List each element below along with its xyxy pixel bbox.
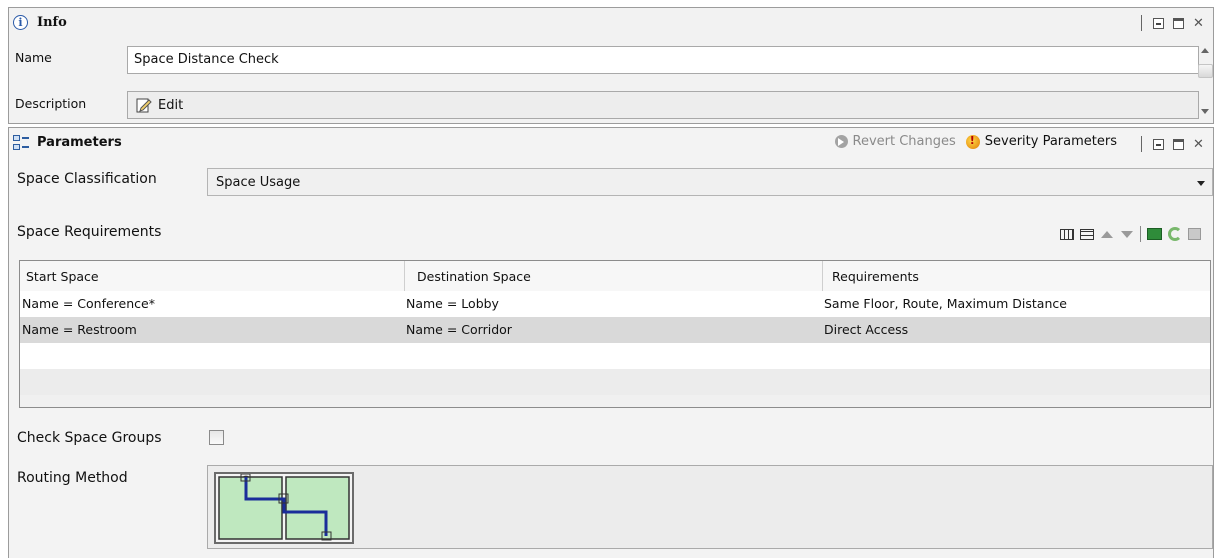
route-diagram-icon [218, 473, 350, 541]
check-space-groups-checkbox[interactable] [209, 430, 224, 445]
close-icon[interactable]: ✕ [1193, 17, 1205, 30]
severity-parameters-button[interactable]: Severity Parameters [965, 134, 1117, 149]
table-cell: Same Floor, Route, Maximum Distance [824, 296, 1067, 311]
info-panel: i Info ✕ Name Space Distance Check Descr… [8, 7, 1214, 124]
space-requirements-table: Start Space Destination Space Requiremen… [19, 260, 1211, 408]
info-title: Info [37, 15, 67, 30]
table-cell: Direct Access [824, 322, 909, 337]
description-field: Edit [127, 91, 1199, 119]
revert-icon [834, 135, 848, 148]
parameters-panel: Parameters Revert Changes Severity Param… [8, 127, 1214, 558]
move-up-icon[interactable] [1100, 230, 1114, 239]
column-header-start-space[interactable]: Start Space [26, 269, 99, 284]
description-label: Description [15, 96, 87, 111]
parameters-icon [13, 135, 29, 151]
scroll-up-icon[interactable] [1201, 48, 1209, 53]
edit-label: Edit [158, 97, 184, 113]
column-header-destination-space[interactable]: Destination Space [417, 269, 531, 284]
minimize-icon[interactable] [1153, 17, 1164, 29]
info-scrollbar[interactable] [1196, 44, 1213, 124]
column-divider[interactable] [822, 261, 823, 291]
table-header: Start Space Destination Space Requiremen… [20, 261, 1210, 292]
info-titlebar: i Info ✕ [9, 8, 1213, 38]
maximize-icon[interactable] [1173, 17, 1184, 29]
revert-changes-button[interactable]: Revert Changes [834, 134, 956, 149]
separator [1141, 15, 1142, 31]
space-requirements-label: Space Requirements [17, 224, 162, 240]
scroll-down-icon[interactable] [1201, 109, 1209, 114]
table-cell: Name = Conference* [22, 296, 155, 311]
table-cell: Name = Restroom [22, 322, 137, 337]
table-cell: Name = Corridor [406, 322, 512, 337]
add-row-icon[interactable] [1060, 228, 1074, 240]
move-down-icon[interactable] [1120, 230, 1134, 239]
maximize-icon[interactable] [1173, 138, 1184, 150]
table-row[interactable]: Name = Conference* Name = Lobby Same Flo… [20, 291, 1210, 317]
separator [1140, 226, 1141, 242]
refresh-icon[interactable] [1168, 227, 1182, 241]
excel-export-icon[interactable] [1147, 228, 1162, 240]
scroll-thumb[interactable] [1198, 64, 1213, 78]
parameters-title: Parameters [37, 135, 122, 150]
edit-icon [136, 98, 152, 113]
chevron-down-icon [1197, 181, 1205, 186]
separator [1141, 136, 1142, 152]
severity-label: Severity Parameters [984, 134, 1117, 149]
table-cell: Name = Lobby [406, 296, 499, 311]
delete-row-icon[interactable] [1080, 228, 1094, 240]
minimize-icon[interactable] [1153, 138, 1164, 150]
clear-icon[interactable] [1188, 228, 1201, 240]
requirements-toolbar [1060, 226, 1201, 242]
edit-button[interactable]: Edit [136, 97, 183, 113]
routing-method-label: Routing Method [17, 470, 128, 486]
space-classification-label: Space Classification [17, 171, 157, 187]
table-row[interactable]: Name = Restroom Name = Corridor Direct A… [20, 317, 1210, 343]
space-classification-dropdown[interactable]: Space Usage [207, 168, 1213, 196]
space-classification-value: Space Usage [216, 175, 301, 190]
column-header-requirements[interactable]: Requirements [832, 269, 919, 284]
parameters-window-controls: ✕ [1141, 136, 1205, 152]
check-space-groups-label: Check Space Groups [17, 430, 162, 446]
routing-method-dropdown[interactable] [207, 465, 1213, 549]
routing-method-preview [214, 472, 354, 544]
table-row-empty[interactable] [20, 369, 1210, 395]
revert-label: Revert Changes [852, 134, 956, 149]
parameters-titlebar: Parameters Revert Changes Severity Param… [9, 128, 1213, 158]
column-divider[interactable] [404, 261, 405, 291]
info-icon: i [13, 15, 28, 30]
close-icon[interactable]: ✕ [1193, 138, 1205, 151]
parameters-toolbar: Revert Changes Severity Parameters [834, 134, 1117, 149]
table-row-empty[interactable] [20, 343, 1210, 369]
warning-icon [965, 134, 980, 149]
name-label: Name [15, 50, 52, 65]
info-window-controls: ✕ [1141, 15, 1205, 31]
name-field[interactable]: Space Distance Check [127, 46, 1199, 74]
